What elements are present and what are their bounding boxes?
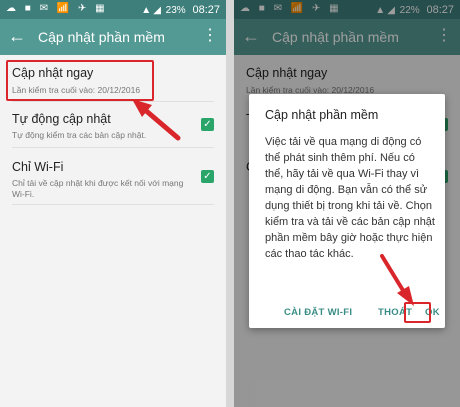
annotation-arrow-icon bbox=[380, 254, 414, 306]
left-screen: ☁ ■ ✉ 📶 ✈ ▦ ▲◢ 23% 08:27 ← Cập nhật phần… bbox=[0, 0, 226, 407]
right-screen: ☁ ■ ✉ 📶 ✈ ▦ ▲◢ 22% 08:27 ← Cập nhật phần… bbox=[234, 0, 460, 407]
annotation-arrow-icon bbox=[132, 99, 181, 141]
